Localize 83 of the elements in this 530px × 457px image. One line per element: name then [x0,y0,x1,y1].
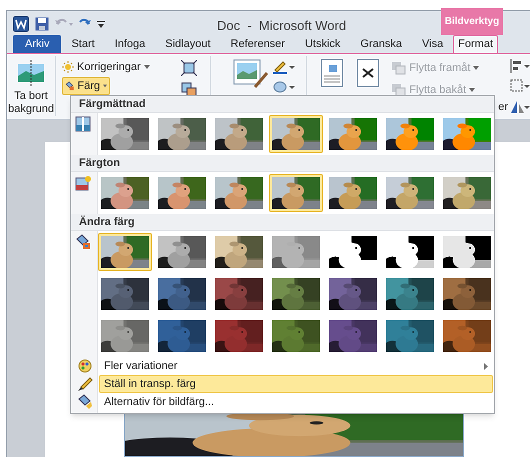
thumbnail[interactable] [212,174,266,212]
word-logo-icon [13,16,29,32]
landscape-icon [17,60,46,86]
thumbnail[interactable] [383,233,437,271]
ribbon-label: er [498,100,508,115]
layers-icon [392,62,406,74]
caret-icon [144,65,150,69]
thumbnail[interactable] [383,174,437,212]
rotate-icon[interactable] [510,100,530,114]
thumbnail[interactable] [440,275,494,313]
group-icon[interactable] [510,79,530,93]
menu-item[interactable]: Ställ in transp. färg [99,375,493,393]
pen-icon [76,376,92,392]
thumbnail[interactable] [155,174,209,212]
save-icon[interactable] [35,16,49,30]
paint-bucket-icon [65,79,74,93]
effects-icon[interactable] [273,80,296,94]
thumbnail[interactable] [155,233,209,271]
thumbnail[interactable] [326,275,380,313]
thumbnail[interactable] [212,233,266,271]
thumbnail[interactable] [440,317,494,355]
palette-icon [78,359,92,373]
customize-icon[interactable] [97,18,105,28]
compress-icon[interactable] [181,60,198,76]
thumbnail[interactable] [440,174,494,212]
ribbon-tab[interactable]: Utskick [294,35,350,53]
thumbnail[interactable] [98,115,152,153]
section-header: Ändra färg [71,214,494,231]
paint-bucket-icon [75,234,91,250]
section-header: Färgmättnad [71,96,494,113]
ribbon-tab[interactable]: Visa [412,35,454,53]
thumbnail[interactable] [98,317,152,355]
thumbnail[interactable] [98,233,152,271]
paint-bucket-icon [76,394,92,410]
caret-icon [103,84,108,88]
thumbnail[interactable] [212,275,266,313]
thumbnail[interactable] [326,174,380,212]
picture-styles-icon[interactable] [233,59,270,91]
thumbnail[interactable] [98,174,152,212]
color-button[interactable]: Färg [62,77,110,95]
thumbnail[interactable] [440,233,494,271]
thumbnail[interactable] [383,317,437,355]
thumbnail[interactable] [269,275,323,313]
sun-icon [62,61,74,73]
thumbnail[interactable] [326,115,380,153]
image-icon [75,116,91,132]
thumbnail[interactable] [269,115,323,153]
thumbnail[interactable] [383,275,437,313]
ribbon-tab[interactable]: Format [453,35,498,53]
thumbnail[interactable] [98,275,152,313]
menu-item[interactable]: Fler variationer [99,357,493,375]
ribbon-tab[interactable]: Granska [350,35,412,53]
text-wrap-icon[interactable] [357,59,380,87]
ribbon-tab[interactable]: Start [61,35,105,53]
menu-item[interactable]: Alternativ för bildfärg... [99,393,493,411]
thumbnail[interactable] [326,317,380,355]
pen-icon[interactable] [273,60,296,74]
corrections-button[interactable]: Korrigeringar [62,60,182,74]
context-tab-header: Bildverktyg [441,8,503,35]
ribbon-tab[interactable]: Arkiv [13,35,62,53]
thumbnail[interactable] [383,115,437,153]
thumbnail[interactable] [269,174,323,212]
thumbnail[interactable] [212,317,266,355]
thumbnail[interactable] [269,317,323,355]
image-icon [75,175,91,191]
thumbnail[interactable] [326,233,380,271]
thumbnail[interactable] [440,115,494,153]
ribbon-tab[interactable]: Referenser [220,35,295,53]
remove-background-button[interactable]: Ta bort bakgrund [7,54,56,116]
caret-icon [473,66,480,70]
window-title: Doc - Microsoft Word [217,17,346,35]
thumbnail[interactable] [155,317,209,355]
thumbnail[interactable] [212,115,266,153]
ribbon-tab[interactable]: Sidlayout [155,35,221,53]
thumbnail[interactable] [269,233,323,271]
thumbnail[interactable] [155,115,209,153]
thumbnail[interactable] [155,275,209,313]
section-header: Färgton [71,155,494,172]
position-icon[interactable] [321,59,344,87]
ribbon-tab[interactable]: Infoga [104,35,156,53]
submenu-arrow-icon [484,362,488,370]
align-icon[interactable] [510,59,530,73]
caret-icon [469,88,476,92]
